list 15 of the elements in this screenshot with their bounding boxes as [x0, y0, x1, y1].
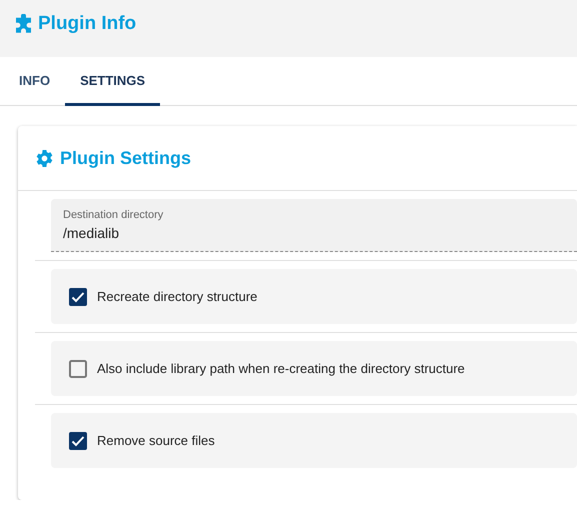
checkbox[interactable]	[69, 432, 87, 450]
page-title: Plugin Info	[38, 13, 136, 35]
tab[interactable]: INFO	[4, 57, 66, 106]
card-title: Plugin Settings	[60, 148, 192, 168]
puzzle-icon	[14, 14, 33, 34]
gear-icon	[36, 150, 53, 166]
checkbox[interactable]	[69, 288, 87, 306]
field-value: /medialib	[63, 225, 120, 241]
checkbox-label: Remove source files	[97, 433, 215, 448]
field-label: Destination directory	[63, 209, 164, 221]
checkbox[interactable]	[69, 360, 87, 378]
checkbox-label: Recreate directory structure	[97, 289, 258, 304]
tab[interactable]: SETTINGS	[65, 57, 160, 106]
text-field[interactable]: Destination directory /medialib	[51, 199, 577, 252]
checkbox-label: Also include library path when re-creating the directory structure	[97, 361, 465, 376]
